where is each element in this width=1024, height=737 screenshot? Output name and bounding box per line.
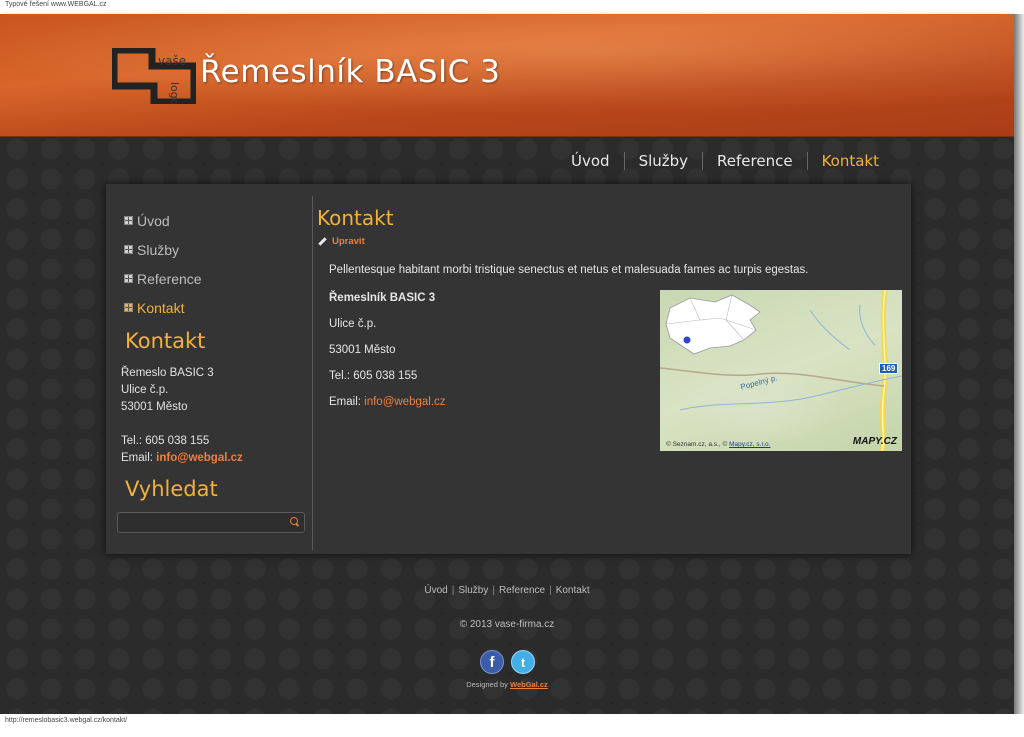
contact-details: Řemeslník BASIC 3 Ulice č.p. 53001 Město…: [329, 292, 446, 422]
search-input[interactable]: [117, 512, 305, 533]
mapy-logo-part2: .CZ: [880, 436, 897, 447]
contact-tel: Tel.: 605 038 155: [329, 370, 418, 382]
contact-company: Řemeslník BASIC 3: [329, 292, 436, 304]
contact-street: Ulice č.p.: [329, 318, 377, 330]
nav-item-kontakt[interactable]: Kontakt: [808, 152, 893, 170]
sidebar-email-label: Email:: [121, 452, 153, 464]
designed-prefix: Designed by: [466, 680, 508, 689]
sidebar-contact-tel: Tel.: 605 038 155: [121, 435, 210, 447]
sidebar-contact-email-row: Email: info@webgal.cz: [121, 450, 243, 467]
sidebar-contact-name: Řemeslo BASIC 3: [121, 367, 214, 379]
bullet-icon: [124, 216, 133, 225]
browser-top-label: Typové řešení www.WEBGAL.cz: [0, 0, 1024, 14]
map-graphic: [660, 290, 902, 451]
contact-email-link[interactable]: info@webgal.cz: [364, 396, 445, 408]
search-icon[interactable]: [290, 517, 298, 525]
content-panel: Úvod Služby Reference Kontakt Kontakt Ře…: [106, 184, 911, 554]
main-nav: Úvod Služby Reference Kontakt: [557, 152, 893, 170]
mapy-logo-part1: MAPY: [852, 436, 881, 447]
footer-nav-reference[interactable]: Reference: [499, 585, 545, 596]
sidebar-search-heading: Vyhledat: [125, 477, 218, 501]
page-title: Kontakt: [317, 206, 394, 230]
sidebar-item-sluzby[interactable]: Služby: [124, 235, 202, 264]
contact-email-row: Email: info@webgal.cz: [329, 396, 446, 422]
footer-separator: |: [451, 585, 455, 596]
sidebar-menu: Úvod Služby Reference Kontakt: [124, 206, 202, 322]
contact-city: 53001 Město: [329, 344, 396, 356]
footer-nav-sluzby[interactable]: Služby: [458, 585, 488, 596]
site-header: vaše logo Řemeslník BASIC 3: [0, 14, 1014, 137]
sidebar-item-reference[interactable]: Reference: [124, 264, 202, 293]
sidebar-contact-city: 53001 Město: [121, 401, 188, 413]
map-copyright-link[interactable]: Mapy.cz, s.r.o.: [729, 441, 770, 448]
sidebar-item-label: Služby: [137, 241, 180, 258]
map-copyright-prefix: © Seznam.cz, a.s., ©: [666, 441, 728, 448]
column-divider: [312, 196, 313, 550]
social-links: f t: [480, 650, 535, 674]
sidebar-item-uvod[interactable]: Úvod: [124, 206, 202, 235]
bullet-icon: [124, 245, 133, 254]
intro-text: Pellentesque habitant morbi tristique se…: [329, 264, 809, 276]
nav-item-sluzby[interactable]: Služby: [625, 152, 702, 170]
sidebar-contact-heading: Kontakt: [125, 329, 206, 353]
footer-separator: |: [492, 585, 495, 596]
logo-icon[interactable]: vaše logo: [112, 48, 196, 104]
facebook-icon[interactable]: f: [480, 650, 504, 674]
site: vaše logo Řemeslník BASIC 3 Úvod Služby …: [0, 14, 1014, 714]
site-title[interactable]: Řemeslník BASIC 3: [200, 54, 500, 90]
mapy-logo[interactable]: MAPY.CZ: [853, 436, 897, 447]
contact-email-label: Email:: [329, 396, 361, 408]
designed-link[interactable]: WebGal.cz: [510, 680, 548, 689]
logo-text-top: vaše: [158, 54, 186, 68]
sidebar-item-label: Úvod: [137, 212, 170, 229]
footer-separator: |: [549, 585, 552, 596]
sidebar-item-kontakt[interactable]: Kontakt: [124, 293, 202, 322]
map-copyright: © Seznam.cz, a.s., © Mapy.cz, s.r.o.: [666, 441, 770, 448]
nav-item-uvod[interactable]: Úvod: [557, 152, 624, 170]
sidebar-contact-info: Řemeslo BASIC 3 Ulice č.p. 53001 Město T…: [121, 365, 243, 467]
sidebar-email-link[interactable]: info@webgal.cz: [156, 452, 243, 464]
bullet-icon: [124, 274, 133, 283]
sidebar-item-label: Reference: [137, 270, 202, 287]
edit-link[interactable]: Upravit: [318, 236, 365, 247]
map-widget[interactable]: 169 Popelný p. © Seznam.cz, a.s., © Mapy…: [660, 290, 902, 451]
footer-nav-kontakt[interactable]: Kontakt: [556, 585, 590, 596]
sidebar: Úvod Služby Reference Kontakt Kontakt Ře…: [106, 184, 312, 554]
browser-status-url: http://remeslobasic3.webgal.cz/kontakt/: [0, 714, 1024, 737]
window-edge: [1014, 14, 1024, 714]
sidebar-contact-street: Ulice č.p.: [121, 384, 169, 396]
pencil-icon: [318, 237, 327, 246]
footer-copyright: © 2013 vase-firma.cz: [459, 619, 555, 630]
designed-by: Designed by WebGal.cz: [0, 680, 1014, 689]
footer-nav-uvod[interactable]: Úvod: [424, 585, 447, 596]
footer-nav: Úvod | Služby | Reference | Kontakt: [0, 585, 1014, 596]
nav-item-reference[interactable]: Reference: [703, 152, 807, 170]
road-number-label: 169: [879, 363, 899, 374]
logo-text-side: logo: [168, 82, 181, 104]
edit-label: Upravit: [332, 236, 365, 247]
bullet-icon: [124, 303, 133, 312]
sidebar-item-label: Kontakt: [137, 299, 185, 316]
twitter-icon[interactable]: t: [511, 650, 535, 674]
